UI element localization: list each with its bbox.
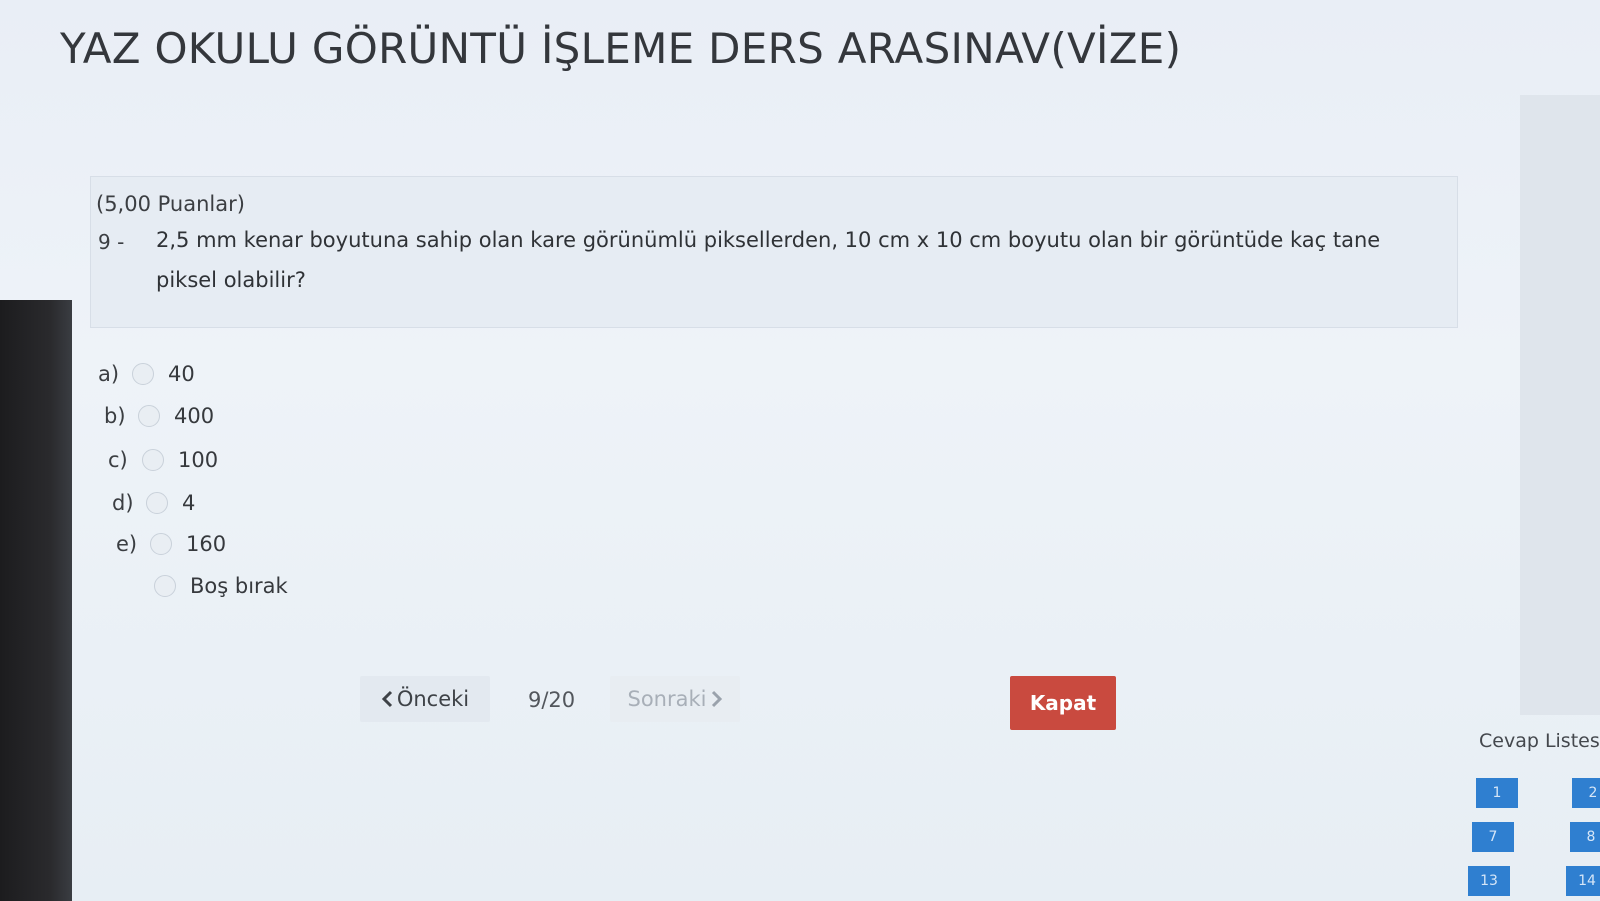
- option-letter: b): [104, 404, 126, 428]
- option-value: 400: [174, 404, 215, 428]
- option-radio[interactable]: [150, 533, 172, 555]
- previous-label: Önceki: [396, 687, 470, 711]
- option-radio[interactable]: [138, 405, 160, 427]
- option-radio[interactable]: [154, 575, 176, 597]
- question-points: (5,00 Puanlar): [96, 192, 245, 216]
- monitor-bezel: [0, 300, 72, 901]
- option-b[interactable]: b) 400: [104, 404, 214, 428]
- option-letter: e): [116, 532, 138, 556]
- option-c[interactable]: c) 100: [108, 448, 218, 472]
- option-value: 40: [168, 362, 195, 386]
- previous-button[interactable]: Önceki: [360, 676, 490, 722]
- option-a[interactable]: a) 40: [98, 362, 195, 386]
- page-title: YAZ OKULU GÖRÜNTÜ İŞLEME DERS ARASINAV(V…: [60, 24, 1182, 73]
- question-text: 2,5 mm kenar boyutuna sahip olan kare gö…: [156, 228, 1381, 292]
- answer-button-14[interactable]: 14: [1566, 866, 1600, 896]
- option-letter: a): [98, 362, 120, 386]
- option-value: 100: [178, 448, 219, 472]
- answer-list-panel: [1520, 95, 1600, 715]
- option-value: Boş bırak: [190, 574, 288, 598]
- option-radio[interactable]: [142, 449, 164, 471]
- answer-button-13[interactable]: 13: [1468, 866, 1510, 896]
- option-d[interactable]: d) 4: [112, 491, 195, 515]
- next-button[interactable]: Sonraki: [610, 676, 740, 722]
- option-leave-blank[interactable]: Boş bırak: [120, 574, 288, 598]
- question-number: 9 -: [98, 230, 125, 254]
- answer-button-1[interactable]: 1: [1476, 778, 1518, 808]
- chevron-right-icon: [711, 690, 722, 708]
- option-e[interactable]: e) 160: [116, 532, 226, 556]
- option-radio[interactable]: [146, 492, 168, 514]
- answer-button-7[interactable]: 7: [1472, 822, 1514, 852]
- next-label: Sonraki: [627, 687, 707, 711]
- option-value: 160: [186, 532, 227, 556]
- option-radio[interactable]: [132, 363, 154, 385]
- answer-button-2[interactable]: 2: [1572, 778, 1600, 808]
- close-button[interactable]: Kapat: [1010, 676, 1116, 730]
- question-counter: 9/20: [528, 688, 576, 712]
- chevron-left-icon: [381, 690, 392, 708]
- option-letter: c): [108, 448, 128, 472]
- answer-list-title: Cevap Listes: [1479, 730, 1600, 752]
- option-letter: d): [112, 491, 134, 515]
- answer-button-8[interactable]: 8: [1570, 822, 1600, 852]
- option-value: 4: [182, 491, 196, 515]
